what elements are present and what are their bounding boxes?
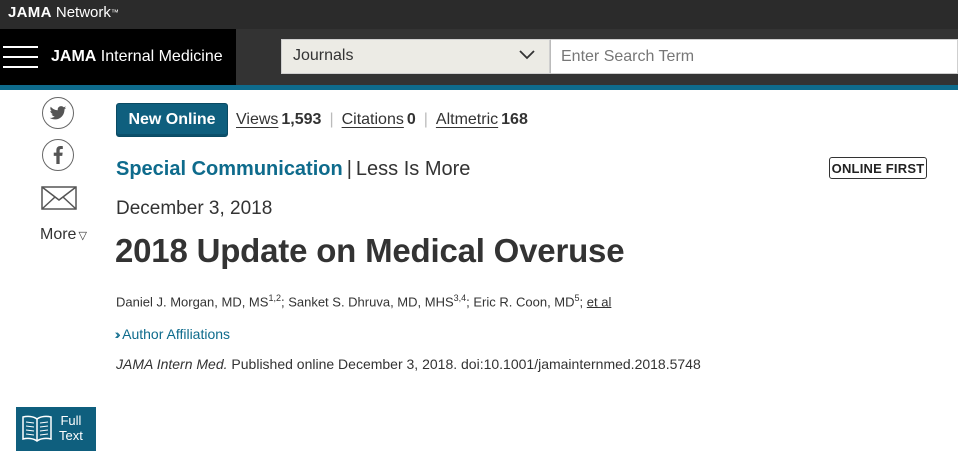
network-logo-bold: JAMA [8, 4, 52, 21]
triangle-down-icon: ▽ [78, 230, 87, 242]
facebook-icon[interactable] [42, 139, 74, 171]
altmetric-link[interactable]: Altmetric [436, 111, 498, 128]
book-icon [22, 415, 52, 442]
jama-network-logo[interactable]: JAMA Network™ [8, 3, 119, 23]
publication-date: December 3, 2018 [116, 198, 273, 219]
full-text-line1: Full [60, 413, 82, 428]
author-list: Daniel J. Morgan, MD, MS1,2; Sanket S. D… [116, 293, 612, 310]
citation-details: Published online December 3, 2018. doi:1… [227, 356, 701, 372]
article-type-divider: | [346, 158, 352, 180]
header-accent-stripe [0, 85, 958, 90]
full-text-button[interactable]: Full Text [16, 407, 96, 451]
search-input[interactable] [550, 39, 958, 74]
metrics-divider: | [329, 111, 334, 128]
journals-dropdown-label: Journals [293, 47, 354, 64]
views-link[interactable]: Views [236, 111, 278, 128]
full-text-line2: Text [59, 428, 83, 443]
network-logo-rest: Network [51, 4, 111, 21]
online-first-badge: ONLINE FIRST [829, 157, 927, 179]
author-affiliation-number: 5 [574, 293, 580, 303]
hamburger-menu-icon[interactable] [3, 44, 38, 70]
author-affiliation-number: 3,4 [453, 293, 467, 303]
journals-dropdown[interactable]: Journals [281, 39, 550, 74]
more-share-link[interactable]: More ▽ [40, 226, 87, 244]
author-affiliation-number: 1,2 [268, 293, 281, 303]
article-title: 2018 Update on Medical Overuse [115, 232, 625, 269]
chevron-down-icon [519, 50, 535, 60]
citations-link[interactable]: Citations [342, 111, 404, 128]
author-affiliations-toggle[interactable]: ›› Author Affiliations [116, 326, 230, 342]
journal-name-link[interactable]: JAMA Internal Medicine [51, 46, 223, 68]
author-affiliations-label: Author Affiliations [122, 326, 231, 342]
journal-name-bold: JAMA [51, 48, 97, 65]
twitter-icon[interactable] [42, 97, 74, 129]
article-series: Less Is More [355, 158, 471, 180]
author-name: Sanket S. Dhruva, MD, MHS [288, 294, 454, 310]
journal-name-rest: Internal Medicine [96, 48, 223, 65]
citations-count: 0 [406, 111, 416, 128]
new-online-button[interactable]: New Online [116, 103, 228, 137]
et-al-link[interactable]: et al [587, 294, 612, 309]
trademark-mark: ™ [110, 8, 119, 17]
full-text-label: Full Text [59, 413, 83, 443]
journal-brand-block: JAMA Internal Medicine [0, 29, 236, 85]
email-icon[interactable] [41, 186, 77, 210]
altmetric-score: 168 [501, 111, 528, 128]
author-name: Daniel J. Morgan, MD, MS [116, 294, 269, 310]
author-name: Eric R. Coon, MD [473, 294, 575, 310]
views-count: 1,593 [281, 111, 322, 128]
network-bar: JAMA Network™ [0, 0, 958, 29]
metrics-divider: | [423, 111, 428, 128]
citation-journal: JAMA Intern Med. [116, 356, 228, 372]
journal-header: JAMA Internal Medicine Journals [0, 29, 958, 85]
article-metrics: Views 1,593 | Citations 0 | Altmetric 168 [236, 111, 528, 129]
more-share-label: More [40, 226, 77, 243]
article-type-link[interactable]: Special Communication [116, 158, 343, 180]
article-type-line: Special Communication | Less Is More [116, 158, 470, 181]
citation-line: JAMA Intern Med. Published online Decemb… [116, 356, 701, 372]
